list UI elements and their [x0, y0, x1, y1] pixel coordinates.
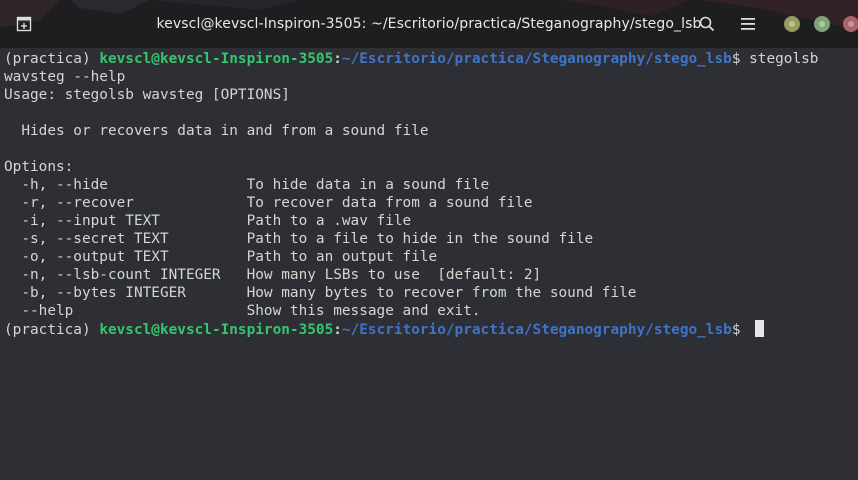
minimize-icon	[789, 21, 795, 27]
hamburger-menu-icon	[741, 18, 755, 30]
option-line: -i, --input TEXT Path to a .wav file	[4, 213, 412, 229]
prompt-separator: :	[333, 322, 342, 338]
maximize-button[interactable]	[814, 16, 830, 32]
venv-label: (practica)	[4, 322, 100, 338]
option-line: -b, --bytes INTEGER How many bytes to re…	[4, 285, 637, 301]
options-header: Options:	[4, 159, 74, 175]
command-text: stegolsb	[749, 51, 819, 67]
search-button[interactable]	[695, 12, 719, 36]
minimize-button[interactable]	[784, 16, 800, 32]
venv-label: (practica)	[4, 51, 100, 67]
prompt-line: (practica) kevscl@kevscl-Inspiron-3505:~…	[4, 50, 818, 68]
text-cursor	[755, 320, 765, 337]
description-line: Hides or recovers data in and from a sou…	[4, 123, 429, 139]
menu-button[interactable]	[736, 12, 760, 36]
terminal-output[interactable]: (practica) kevscl@kevscl-Inspiron-3505:~…	[0, 48, 858, 480]
prompt-line: (practica) kevscl@kevscl-Inspiron-3505:~…	[4, 320, 765, 338]
search-icon	[699, 16, 715, 32]
option-line: -h, --hide To hide data in a sound file	[4, 177, 490, 193]
prompt-user: kevscl@kevscl-Inspiron-3505	[99, 51, 334, 67]
prompt-user: kevscl@kevscl-Inspiron-3505	[99, 322, 334, 338]
command-wrap: wavsteg --help	[4, 69, 126, 85]
prompt-separator: :	[333, 51, 342, 67]
close-button[interactable]	[843, 16, 858, 32]
window-title: kevscl@kevscl-Inspiron-3505: ~/Escritori…	[156, 16, 702, 32]
option-line: -r, --recover To recover data from a sou…	[4, 195, 533, 211]
prompt-path: ~/Escritorio/practica/Steganography/steg…	[341, 322, 732, 338]
usage-line: Usage: stegolsb wavsteg [OPTIONS]	[4, 87, 290, 103]
option-line: -s, --secret TEXT Path to a file to hide…	[4, 231, 594, 247]
maximize-icon	[819, 21, 825, 27]
prompt-dollar: $	[731, 51, 750, 67]
prompt-path: ~/Escritorio/practica/Steganography/steg…	[341, 51, 732, 67]
title-bar[interactable]: kevscl@kevscl-Inspiron-3505: ~/Escritori…	[0, 0, 858, 48]
option-line: -o, --output TEXT Path to an output file	[4, 249, 438, 265]
option-line: -n, --lsb-count INTEGER How many LSBs to…	[4, 267, 542, 283]
prompt-dollar: $	[731, 322, 750, 338]
option-line: --help Show this message and exit.	[4, 303, 481, 319]
close-icon	[848, 21, 854, 27]
